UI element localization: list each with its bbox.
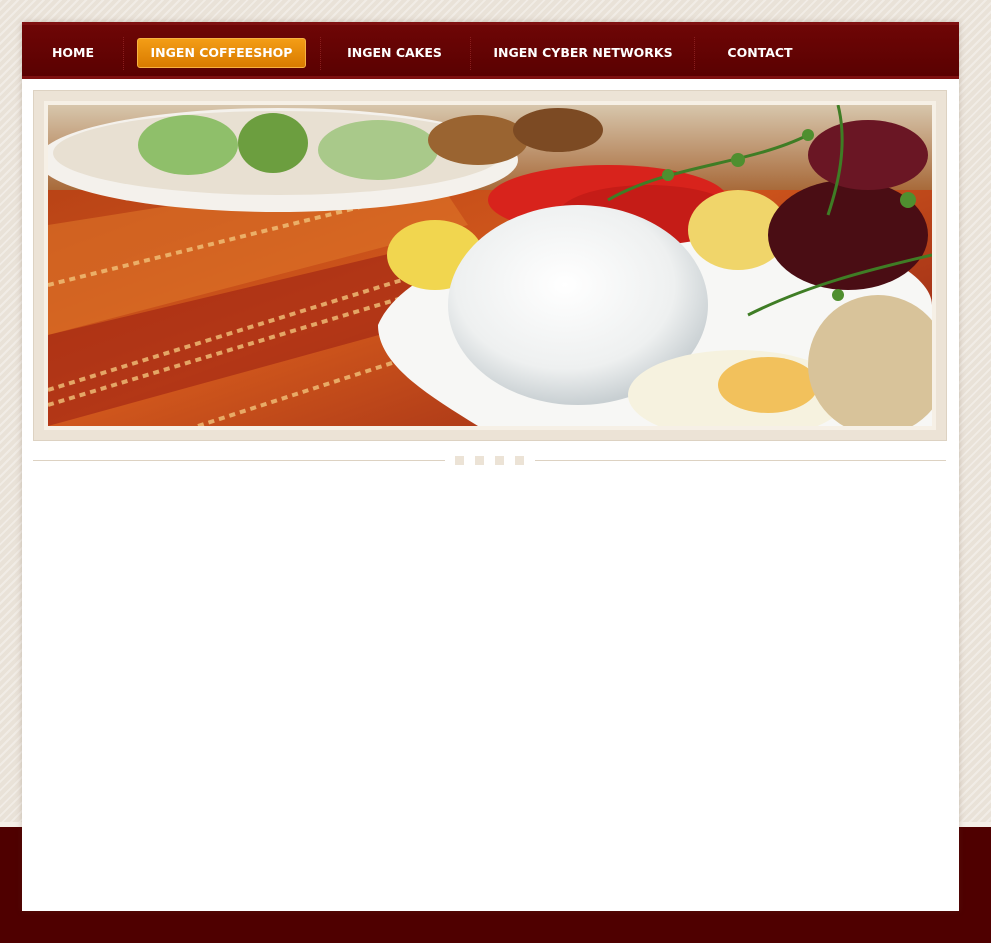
main-navigation: HOME INGEN COFFEESHOP INGEN CAKES INGEN … <box>22 22 959 79</box>
nav-separator <box>470 37 471 70</box>
nav-item-ingen-cyber-networks[interactable]: INGEN CYBER NETWORKS <box>490 38 676 68</box>
divider-dot <box>515 456 524 465</box>
content-page: HOME INGEN COFFEESHOP INGEN CAKES INGEN … <box>22 22 959 911</box>
banner-image <box>44 101 936 430</box>
divider-line-right <box>535 460 946 461</box>
divider-dot <box>475 456 484 465</box>
divider-dot <box>495 456 504 465</box>
divider-dot <box>455 456 464 465</box>
banner-frame <box>33 90 947 441</box>
divider-line-left <box>33 460 445 461</box>
nav-item-ingen-coffeeshop[interactable]: INGEN COFFEESHOP <box>137 38 306 68</box>
nav-separator <box>694 37 695 70</box>
nav-item-ingen-cakes[interactable]: INGEN CAKES <box>339 38 450 68</box>
nav-item-contact[interactable]: CONTACT <box>716 38 804 68</box>
nav-separator <box>123 37 124 70</box>
nav-separator <box>320 37 321 70</box>
food-plate-photo-icon <box>48 105 932 426</box>
nav-item-home[interactable]: HOME <box>40 38 106 68</box>
